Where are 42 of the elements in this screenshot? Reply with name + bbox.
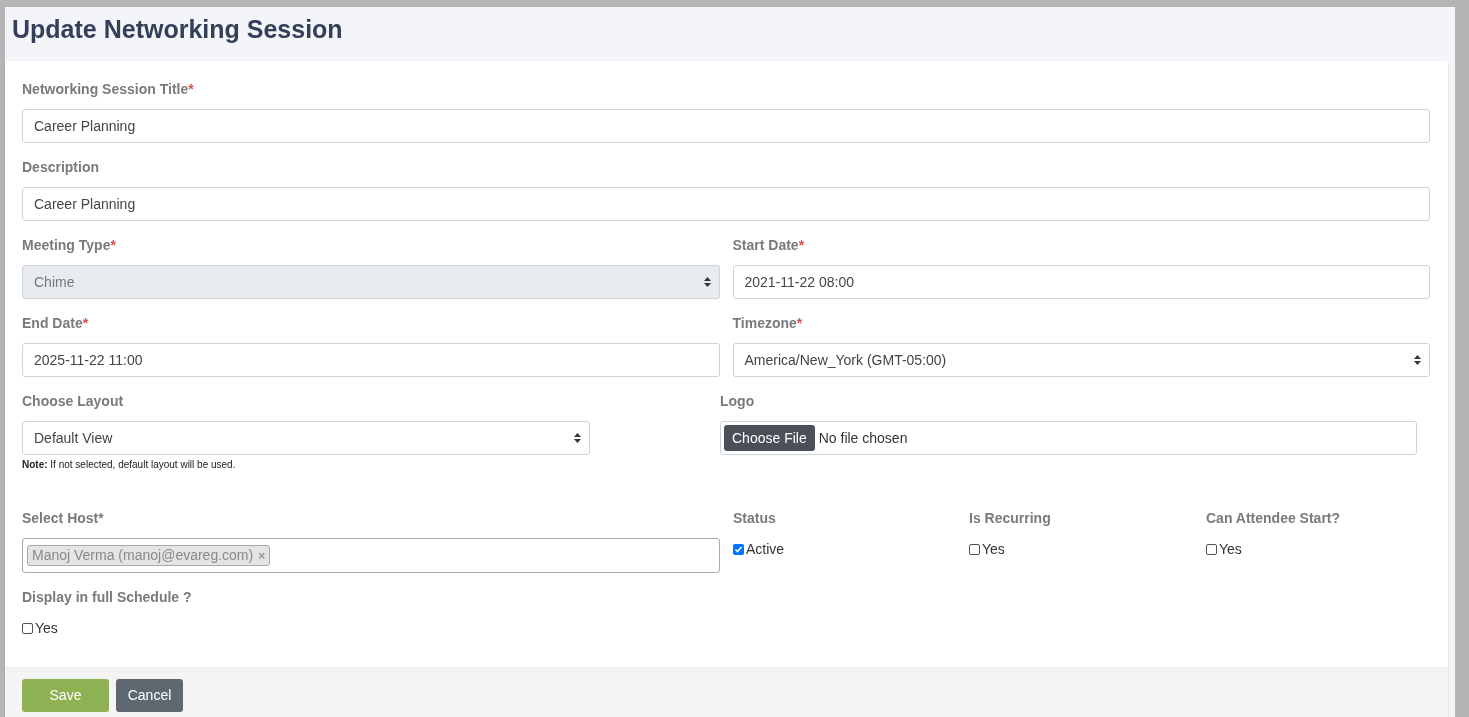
file-field[interactable]: Choose File No file chosen — [720, 421, 1417, 455]
input-field[interactable]: 2021-11-22 08:00 — [732, 265, 1430, 299]
field-label: Status — [733, 509, 777, 528]
field-label: Select Host* — [22, 509, 105, 528]
checkbox-label: Yes — [35, 619, 58, 638]
sort-arrows-icon — [574, 433, 581, 443]
host-name: Manoj Verma (manoj@evareg.com) — [32, 546, 254, 565]
checkbox-label: Active — [746, 540, 785, 559]
field-label: Meeting Type — [22, 237, 111, 253]
checkbox[interactable] — [969, 544, 980, 555]
page-title: Update Networking Session — [11, 14, 344, 45]
choose-file-button[interactable]: Choose File — [724, 425, 815, 451]
field-label: Is Recurring — [969, 509, 1052, 528]
sort-arrows-icon — [703, 277, 711, 287]
checkbox[interactable] — [733, 544, 744, 555]
required-mark: * — [796, 315, 803, 331]
cancel-button[interactable]: Cancel — [116, 678, 183, 712]
select-field[interactable]: America/New_York (GMT-05:00) — [732, 343, 1430, 377]
field-label: Start Date — [732, 237, 799, 253]
checkbox-label: Yes — [982, 540, 1005, 559]
field-label: Timezone — [732, 315, 797, 331]
checkbox-label: Yes — [1219, 540, 1242, 559]
checkbox[interactable] — [1206, 544, 1217, 555]
required-mark: * — [188, 81, 194, 97]
field-label: End Date — [22, 315, 83, 331]
input-field[interactable]: Career Planning — [22, 187, 1430, 221]
required-mark: * — [110, 237, 116, 253]
input-field[interactable]: Career Planning — [22, 109, 1430, 143]
note-text: Note: If not selected, default layout will be used. — [22, 458, 237, 472]
checkbox[interactable] — [22, 623, 33, 634]
required-mark: * — [798, 237, 805, 253]
field-label: Networking Session Title — [22, 81, 189, 97]
input-field[interactable]: 2025-11-22 11:00 — [22, 343, 720, 377]
sort-arrows-icon — [1414, 355, 1421, 365]
field-label: Can Attendee Start? — [1206, 509, 1341, 528]
select-field[interactable]: Default View — [22, 421, 590, 455]
field-label: Display in full Schedule ? — [22, 588, 193, 607]
file-status: No file chosen — [818, 428, 908, 448]
field-label: Logo — [720, 393, 755, 409]
field-label: Choose Layout — [22, 393, 124, 409]
field-label: Description — [22, 159, 99, 175]
required-mark: * — [82, 315, 89, 331]
